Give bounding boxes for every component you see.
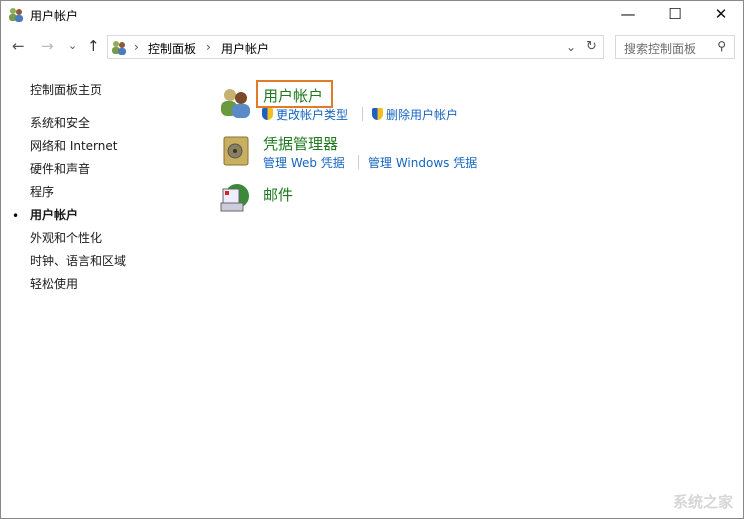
navigation-bar: ← → ⌄ ↑ › 控制面板 › 用户帐户 ⌄ ↻ 搜索控制面板 ⚲ bbox=[1, 33, 743, 61]
category-mail[interactable]: 邮件 bbox=[263, 184, 293, 205]
breadcrumb-control-panel[interactable]: 控制面板 bbox=[148, 40, 196, 57]
sidebar-item-network[interactable]: 网络和 Internet bbox=[30, 137, 117, 154]
divider bbox=[362, 107, 363, 121]
sidebar-item-ease-of-access[interactable]: 轻松使用 bbox=[30, 275, 78, 292]
forward-button[interactable]: → bbox=[41, 37, 54, 55]
window-title: 用户帐户 bbox=[30, 9, 79, 23]
search-icon[interactable]: ⚲ bbox=[717, 39, 726, 53]
breadcrumb-user-accounts[interactable]: 用户帐户 bbox=[221, 40, 269, 57]
divider bbox=[358, 155, 359, 169]
sidebar-item-clock-region[interactable]: 时钟、语言和区域 bbox=[30, 252, 126, 269]
vault-icon bbox=[223, 136, 249, 166]
sidebar-item-user-accounts[interactable]: 用户帐户 bbox=[30, 206, 78, 223]
search-placeholder: 搜索控制面板 bbox=[624, 42, 697, 56]
link-label: 更改帐户类型 bbox=[276, 108, 349, 122]
category-user-accounts[interactable]: 用户帐户 bbox=[263, 85, 323, 106]
refresh-button[interactable]: ↻ bbox=[586, 39, 597, 54]
uac-shield-icon bbox=[372, 108, 383, 120]
users-icon bbox=[112, 41, 126, 55]
chevron-right-icon: › bbox=[206, 40, 211, 54]
back-button[interactable]: ← bbox=[12, 37, 25, 55]
sidebar-item-home[interactable]: 控制面板主页 bbox=[30, 81, 102, 98]
active-bullet-icon: • bbox=[12, 209, 20, 223]
sidebar-item-hardware[interactable]: 硬件和声音 bbox=[30, 160, 90, 177]
link-label: 删除用户帐户 bbox=[386, 108, 459, 122]
delete-user-account-link[interactable]: 删除用户帐户 bbox=[372, 106, 458, 123]
mail-icon bbox=[220, 184, 249, 212]
category-credential-manager[interactable]: 凭据管理器 bbox=[263, 133, 338, 154]
maximize-button[interactable]: ☐ bbox=[652, 1, 698, 29]
change-account-type-link[interactable]: 更改帐户类型 bbox=[262, 106, 348, 123]
minimize-button[interactable]: — bbox=[605, 1, 651, 29]
title-bar: 用户帐户 — ☐ ✕ bbox=[1, 1, 743, 29]
users-icon bbox=[9, 8, 23, 22]
sidebar-item-appearance[interactable]: 外观和个性化 bbox=[30, 229, 102, 246]
sidebar-item-programs[interactable]: 程序 bbox=[30, 183, 54, 200]
uac-shield-icon bbox=[262, 108, 273, 120]
manage-web-credentials-link[interactable]: 管理 Web 凭据 bbox=[263, 154, 345, 171]
manage-windows-credentials-link[interactable]: 管理 Windows 凭据 bbox=[368, 154, 477, 171]
address-dropdown-button[interactable]: ⌄ bbox=[566, 40, 576, 54]
watermark-logo: 系统之家 bbox=[672, 493, 733, 511]
address-bar[interactable]: › 控制面板 › 用户帐户 ⌄ ↻ bbox=[107, 35, 604, 59]
chevron-right-icon: › bbox=[134, 40, 139, 54]
up-button[interactable]: ↑ bbox=[87, 37, 100, 55]
close-button[interactable]: ✕ bbox=[698, 1, 744, 29]
search-input[interactable]: 搜索控制面板 ⚲ bbox=[615, 35, 735, 59]
users-icon bbox=[221, 89, 250, 118]
recent-locations-button[interactable]: ⌄ bbox=[68, 39, 77, 52]
sidebar-item-system-security[interactable]: 系统和安全 bbox=[30, 114, 90, 131]
